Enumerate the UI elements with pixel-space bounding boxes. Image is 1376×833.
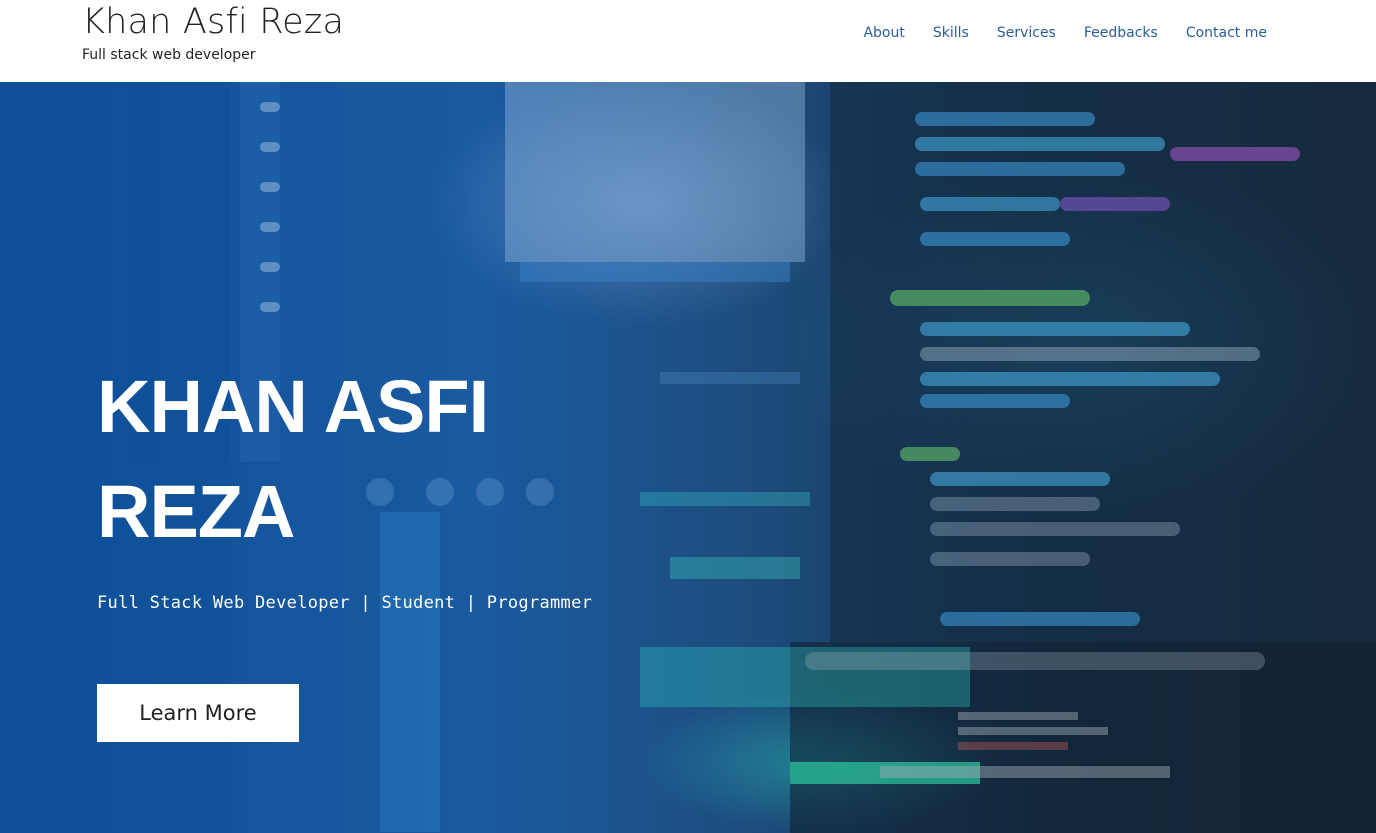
nav-link-contact[interactable]: Contact me (1186, 25, 1267, 41)
nav-link-about[interactable]: About (863, 25, 904, 41)
hero-subtitle: Full Stack Web Developer | Student | Pro… (97, 593, 593, 613)
nav-link-skills[interactable]: Skills (933, 25, 969, 41)
nav-link-services[interactable]: Services (997, 25, 1056, 41)
nav-link-feedbacks[interactable]: Feedbacks (1084, 25, 1158, 41)
hero-title-line2: REZA (97, 470, 295, 553)
brand-title[interactable]: Khan Asfi Reza (82, 2, 344, 42)
brand-subtitle: Full stack web developer (82, 47, 256, 63)
main-nav: About Skills Services Feedbacks Contact … (863, 25, 1267, 41)
hero-section: KHAN ASFI REZA Full Stack Web Developer … (0, 82, 1376, 833)
site-header: Khan Asfi Reza Full stack web developer … (0, 0, 1376, 82)
learn-more-button[interactable]: Learn More (97, 684, 299, 742)
hero-title-line1: KHAN ASFI (97, 365, 489, 448)
hero-title: KHAN ASFI REZA (97, 354, 577, 564)
